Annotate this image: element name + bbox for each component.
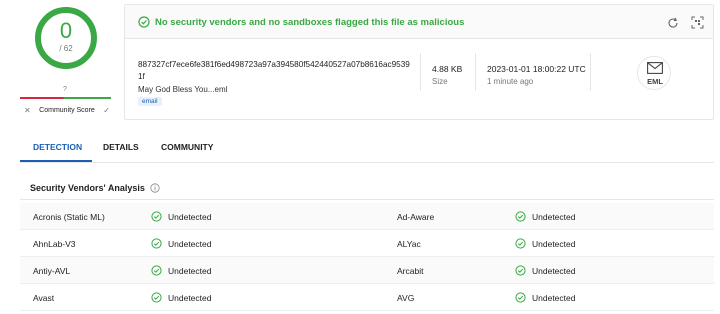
check-circle-icon: [151, 211, 162, 222]
file-type-label: EML: [647, 77, 663, 86]
vendor-status: Undetected: [168, 239, 212, 249]
vote-harmless-icon[interactable]: ✓: [103, 106, 110, 115]
check-circle-icon: [515, 238, 526, 249]
vendor-name: Antiy-AVL: [33, 266, 71, 276]
detection-score-gauge: 0 / 62: [34, 6, 98, 70]
check-circle-icon: [138, 16, 150, 28]
analysis-date-relative: 1 minute ago: [487, 77, 534, 86]
tab-community[interactable]: COMMUNITY: [161, 142, 213, 152]
table-row: AhnLab-V3 Undetected ALYac Undetected: [20, 230, 714, 257]
community-score-row: ✕ Community Score ✓: [24, 106, 110, 115]
vendor-name: Arcabit: [397, 266, 424, 276]
vendor-status: Undetected: [168, 293, 212, 303]
vendor-name: Ad-Aware: [397, 212, 435, 222]
analysis-date: 2023-01-01 18:00:22 UTC: [487, 64, 586, 74]
file-hash[interactable]: 887327cf7ece6fe381f6ed498723a97a394580f5…: [138, 59, 414, 83]
vendor-results-table: Acronis (Static ML) Undetected Ad-Aware …: [20, 203, 714, 311]
table-row: Antiy-AVL Undetected Arcabit Undetected: [20, 257, 714, 284]
engine-total: / 62: [59, 44, 73, 53]
vendor-name: AVG: [397, 293, 415, 303]
file-size-label: Size: [432, 77, 448, 86]
vendor-status: Undetected: [532, 293, 576, 303]
detection-count: 0: [59, 18, 73, 43]
file-size: 4.88 KB: [432, 64, 463, 74]
file-name: May God Bless You...eml: [138, 85, 228, 94]
section-title: Security Vendors' Analysis: [30, 183, 145, 193]
divider: [590, 53, 591, 91]
check-circle-icon: [515, 265, 526, 276]
file-type-icon: EML: [637, 56, 671, 90]
vendor-name: AhnLab-V3: [33, 239, 76, 249]
table-row: Avast Undetected AVG Undetected: [20, 284, 714, 311]
divider: [20, 199, 714, 200]
vendor-name: ALYac: [397, 239, 421, 249]
report-tabs: DETECTION DETAILS COMMUNITY: [20, 133, 714, 163]
verdict-text: No security vendors and no sandboxes fla…: [155, 17, 465, 28]
divider: [420, 53, 421, 91]
vote-malicious-icon[interactable]: ✕: [24, 106, 31, 115]
tab-details[interactable]: DETAILS: [103, 142, 139, 152]
vendor-name: Acronis (Static ML): [33, 212, 105, 222]
envelope-icon: [647, 62, 663, 74]
vendor-status: Undetected: [532, 239, 576, 249]
reanalyze-icon[interactable]: [667, 17, 679, 29]
vendor-status: Undetected: [168, 212, 212, 222]
check-circle-icon: [515, 211, 526, 222]
vendor-status: Undetected: [168, 266, 212, 276]
info-icon[interactable]: [150, 183, 160, 193]
file-summary-panel: No security vendors and no sandboxes fla…: [124, 4, 714, 120]
similar-files-icon[interactable]: [691, 16, 704, 29]
vendor-status: Undetected: [532, 212, 576, 222]
active-tab-indicator: [20, 160, 92, 162]
community-score-bar: [20, 97, 111, 99]
community-score-label: Community Score: [39, 107, 95, 114]
table-row: Acronis (Static ML) Undetected Ad-Aware …: [20, 203, 714, 230]
check-circle-icon: [151, 265, 162, 276]
community-score-value: ?: [63, 86, 67, 93]
divider: [475, 53, 476, 91]
vendor-name: Avast: [33, 293, 55, 303]
vendor-status: Undetected: [532, 266, 576, 276]
check-circle-icon: [515, 292, 526, 303]
tab-detection[interactable]: DETECTION: [33, 142, 82, 152]
verdict-banner: No security vendors and no sandboxes fla…: [125, 5, 713, 39]
check-circle-icon: [151, 292, 162, 303]
check-circle-icon: [151, 238, 162, 249]
file-tag[interactable]: email: [138, 97, 162, 106]
